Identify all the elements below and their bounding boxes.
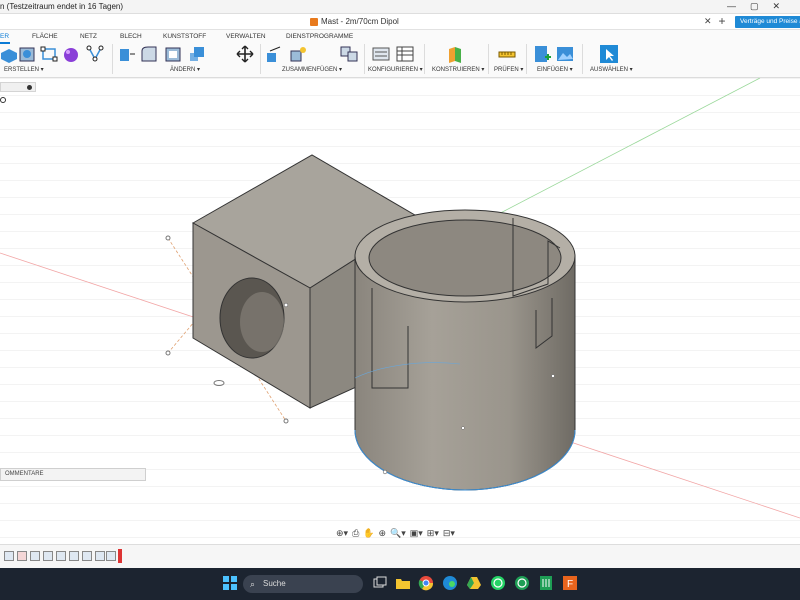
toolbar-ribbon: ER FLÄCHE NETZ BLECH KUNSTSTOFF VERWALTE… (0, 30, 800, 78)
group-auswaehlen[interactable]: AUSWÄHLEN ▾ (590, 66, 633, 73)
active-tab-indicator (0, 42, 10, 44)
document-tab-label: Mast - 2m/70cm Dipol (321, 17, 399, 26)
cylinder-body[interactable] (354, 209, 576, 491)
insert-image-icon[interactable] (556, 45, 574, 63)
whatsapp-icon[interactable] (490, 575, 506, 591)
scale-icon[interactable] (188, 45, 206, 63)
tab-netz[interactable]: NETZ (80, 33, 97, 40)
orbit-icon[interactable]: ⊕▾ (336, 528, 348, 539)
timeline[interactable] (0, 544, 800, 568)
tab-flaeche[interactable]: FLÄCHE (32, 33, 58, 40)
timeline-feature[interactable] (17, 551, 27, 561)
joint-icon[interactable] (266, 45, 284, 63)
timeline-feature[interactable] (95, 551, 105, 561)
fusion360-icon[interactable]: F (562, 575, 578, 591)
svg-text:F: F (567, 579, 573, 590)
windows-start-icon[interactable] (222, 575, 238, 591)
separator (526, 44, 527, 74)
sketch-icon[interactable] (40, 45, 58, 63)
group-erstellen[interactable]: ERSTELLEN ▾ (4, 66, 44, 73)
comments-panel[interactable]: OMMENTARE (0, 468, 146, 481)
navigation-bar: ⊕▾ ⎙ ✋ ⊕ 🔍▾ ▣▾ ⊞▾ ⊟▾ (336, 526, 455, 540)
tab-verwalten[interactable]: VERWALTEN (226, 33, 266, 40)
visibility-toggle-icon[interactable] (27, 85, 32, 90)
separator (424, 44, 425, 74)
parameters-icon[interactable] (372, 45, 390, 63)
fusion-document-icon (310, 17, 318, 26)
press-pull-icon[interactable] (118, 45, 136, 63)
document-tab[interactable]: Mast - 2m/70cm Dipol (310, 17, 399, 26)
file-explorer-icon[interactable] (395, 575, 411, 591)
origin-icon[interactable] (0, 97, 6, 103)
timeline-feature[interactable] (56, 551, 66, 561)
whatsapp-business-icon[interactable] (514, 575, 530, 591)
form-icon[interactable] (62, 45, 80, 63)
group-zusammenfuegen[interactable]: ZUSAMMENFÜGEN ▾ (282, 66, 342, 73)
tab-dienstprogramme[interactable]: DIENSTPROGRAMME (286, 33, 353, 40)
as-built-joint-icon[interactable] (290, 45, 308, 63)
display-settings-icon[interactable]: ▣▾ (410, 528, 423, 539)
document-bar: Mast - 2m/70cm Dipol ✕ + Verträge und Pr… (0, 14, 800, 30)
group-konstruieren[interactable]: KONSTRUIEREN ▾ (432, 66, 484, 73)
fillet-icon[interactable] (140, 45, 158, 63)
separator (488, 44, 489, 74)
extrude-icon[interactable] (0, 45, 18, 63)
zoom-icon[interactable]: ⊕ (378, 528, 386, 539)
window-titlebar: n (Testzeitraum endet in 16 Tagen) —▢✕ (0, 0, 800, 14)
timeline-feature[interactable] (69, 551, 79, 561)
grid-settings-icon[interactable]: ⊞▾ (427, 528, 439, 539)
drive-icon[interactable] (466, 575, 482, 591)
look-at-icon[interactable]: ⎙ (352, 528, 359, 539)
separator (112, 44, 113, 74)
rigid-group-icon[interactable] (340, 45, 358, 63)
search-icon: ⌕ (250, 579, 256, 589)
group-aendern[interactable]: ÄNDERN ▾ (170, 66, 200, 73)
select-icon[interactable] (600, 45, 618, 63)
tab-blech[interactable]: BLECH (120, 33, 142, 40)
tab-volumenkoerper[interactable]: ER (0, 33, 9, 40)
spreadsheet-icon[interactable] (538, 575, 554, 591)
revolve-icon[interactable] (18, 45, 36, 63)
separator (260, 44, 261, 74)
move-icon[interactable] (236, 45, 254, 63)
timeline-feature[interactable] (82, 551, 92, 561)
browser-panel[interactable] (0, 82, 36, 92)
window-title: n (Testzeitraum endet in 16 Tagen) (0, 2, 124, 11)
group-pruefen[interactable]: PRÜFEN ▾ (494, 66, 523, 73)
timeline-feature[interactable] (43, 551, 53, 561)
group-einfuegen[interactable]: EINFÜGEN ▾ (537, 66, 573, 73)
separator (582, 44, 583, 74)
close-tab-icon[interactable]: ✕ (704, 16, 712, 27)
measure-icon[interactable] (498, 45, 516, 63)
configure-table-icon[interactable] (396, 45, 414, 63)
shell-icon[interactable] (164, 45, 182, 63)
tab-kunststoff[interactable]: KUNSTSTOFF (163, 33, 206, 40)
separator (364, 44, 365, 74)
search-label: Suche (263, 579, 286, 588)
fit-icon[interactable]: 🔍▾ (390, 528, 406, 539)
pan-icon[interactable]: ✋ (363, 528, 374, 539)
timeline-feature[interactable] (106, 551, 116, 561)
window-controls[interactable]: —▢✕ (727, 1, 794, 12)
offset-plane-icon[interactable] (446, 45, 464, 63)
viewports-icon[interactable]: ⊟▾ (443, 528, 455, 539)
new-tab-button[interactable]: + (714, 14, 730, 29)
timeline-feature[interactable] (30, 551, 40, 561)
edge-icon[interactable] (442, 575, 458, 591)
insert-derive-icon[interactable] (534, 45, 552, 63)
timeline-marker[interactable] (118, 549, 122, 563)
timeline-feature[interactable] (4, 551, 14, 561)
pattern-icon[interactable] (86, 45, 104, 63)
group-konfigurieren[interactable]: KONFIGURIEREN ▾ (368, 66, 423, 73)
taskbar-search[interactable]: ⌕ Suche (243, 575, 363, 593)
chrome-icon[interactable] (418, 575, 434, 591)
pricing-button[interactable]: Verträge und Preise an (735, 16, 800, 28)
task-view-icon[interactable] (372, 575, 388, 591)
